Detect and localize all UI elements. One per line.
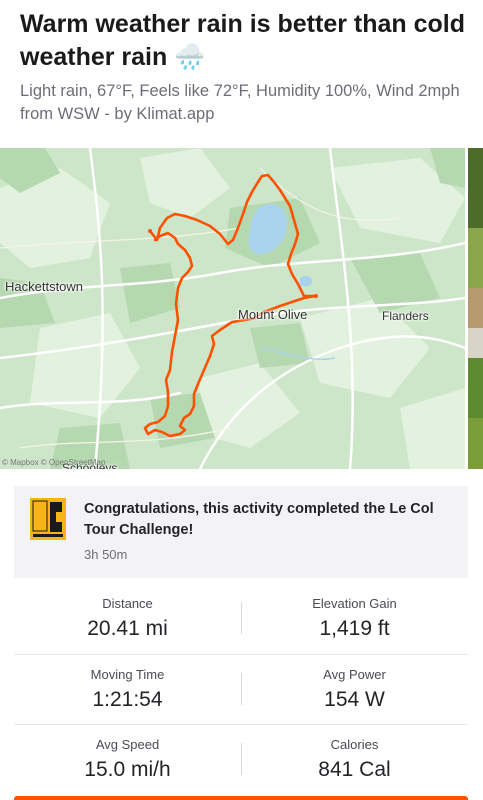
map-label-mount-olive: Mount Olive [238,307,308,322]
challenge-badge-icon [30,498,66,540]
stat-moving-time: Moving Time 1:21:54 [14,655,241,712]
action-button[interactable] [14,796,468,800]
map-label-hackettstown: Hackettstown [5,279,84,294]
stat-label: Distance [102,596,153,611]
stat-label: Elevation Gain [312,596,397,611]
stat-avg-speed: Avg Speed 15.0 mi/h [14,725,241,782]
stat-distance: Distance 20.41 mi [14,584,241,641]
stat-label: Avg Power [323,667,386,682]
activity-description: Light rain, 67°F, Feels like 72°F, Humid… [20,82,460,123]
activity-title: Warm weather rain is better than cold we… [20,10,466,71]
stat-avg-power: Avg Power 154 W [241,655,468,712]
achievement-duration: 3h 50m [84,547,128,562]
stat-value: 1,419 ft [319,617,390,640]
photo-thumbnail[interactable] [468,148,483,469]
achievement-title: Congratulations, this activity completed… [84,501,434,538]
stat-value: 20.41 mi [87,617,168,640]
stat-value: 841 Cal [318,758,391,781]
map-label-flanders: Flanders [382,309,429,323]
map-attribution[interactable]: © Mapbox © OpenStreetMap [2,458,105,467]
stats-grid: Distance 20.41 mi Elevation Gain 1,419 f… [14,584,468,794]
stat-value: 1:21:54 [92,688,163,711]
stats-row: Avg Speed 15.0 mi/h Calories 841 Cal [14,724,468,794]
stat-value: 154 W [324,688,385,711]
achievement-card[interactable]: Congratulations, this activity completed… [14,486,468,578]
stat-label: Moving Time [90,667,165,682]
stat-label: Calories [330,737,379,752]
stat-calories: Calories 841 Cal [241,725,468,782]
stat-elevation-gain: Elevation Gain 1,419 ft [241,584,468,641]
route-map[interactable]: Hackettstown Mount Olive Flanders School… [0,148,465,469]
photo-image [468,148,483,469]
stats-row: Distance 20.41 mi Elevation Gain 1,419 f… [14,584,468,654]
stat-value: 15.0 mi/h [84,758,171,781]
stats-row: Moving Time 1:21:54 Avg Power 154 W [14,654,468,724]
stat-label: Avg Speed [95,737,160,752]
